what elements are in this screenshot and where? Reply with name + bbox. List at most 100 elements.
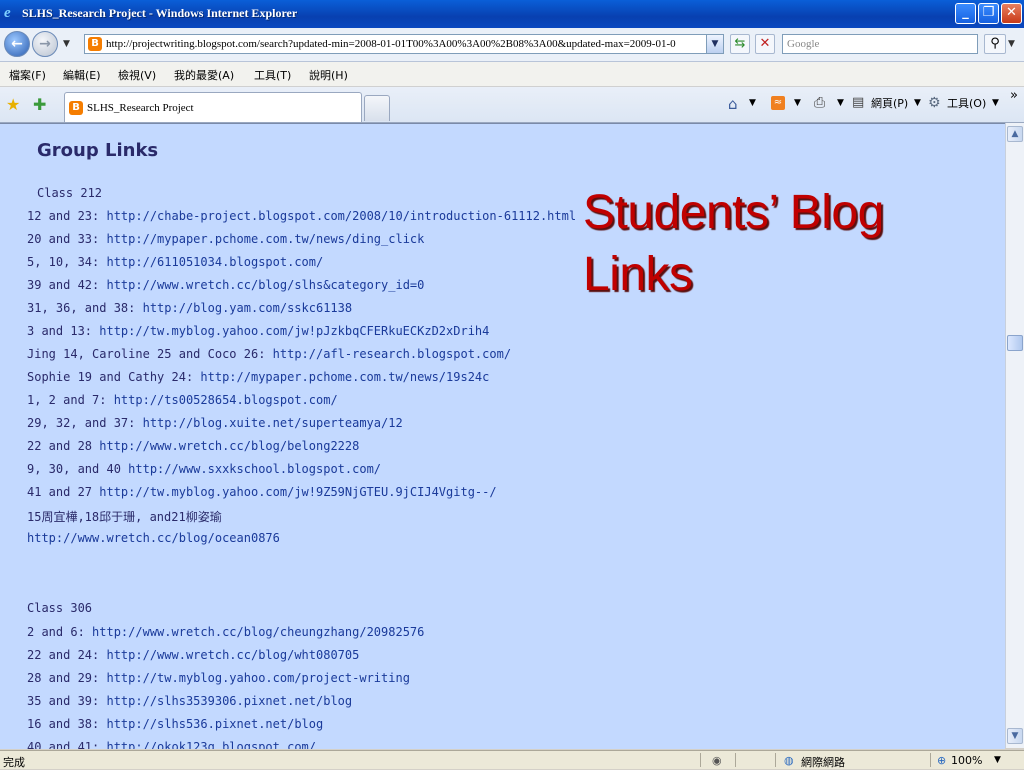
minimize-button[interactable]: _ bbox=[955, 3, 976, 24]
group-members: 22 and 28 bbox=[27, 439, 100, 453]
blog-link[interactable]: http://www.wretch.cc/blog/slhs&category_… bbox=[106, 278, 424, 292]
blog-link[interactable]: http://ts00528654.blogspot.com/ bbox=[114, 393, 338, 407]
print-icon[interactable]: ⎙ bbox=[814, 95, 825, 111]
close-window-button[interactable]: ✕ bbox=[1001, 3, 1022, 24]
blog-link[interactable]: http://mypaper.pchome.com.tw/news/19s24c bbox=[200, 370, 489, 384]
search-options-icon[interactable]: ▼ bbox=[1008, 39, 1015, 49]
print-dropdown-icon[interactable]: ▼ bbox=[837, 98, 844, 108]
menu-view[interactable]: 檢視(V) bbox=[118, 67, 156, 83]
page-icon[interactable]: ▤ bbox=[852, 95, 864, 110]
zoom-icon[interactable]: ⊕ bbox=[937, 754, 946, 767]
group-members: 15周宜樺,18邱于珊, and21柳姿瑜 bbox=[27, 510, 222, 524]
blog-link[interactable]: http://www.sxxkschool.blogspot.com/ bbox=[128, 462, 381, 476]
blog-link[interactable]: http://611051034.blogspot.com/ bbox=[106, 255, 323, 269]
search-input[interactable]: Google bbox=[782, 34, 978, 54]
blog-link[interactable]: http://mypaper.pchome.com.tw/news/ding_c… bbox=[106, 232, 424, 246]
blog-link[interactable]: http://afl-research.blogspot.com/ bbox=[273, 347, 511, 361]
feeds-dropdown-icon[interactable]: ▼ bbox=[794, 98, 801, 108]
refresh-icon[interactable]: ⇆ bbox=[730, 34, 750, 54]
home-icon[interactable]: ⌂ bbox=[728, 95, 738, 113]
link-row: 29, 32, and 37: http://blog.xuite.net/su… bbox=[27, 416, 403, 430]
link-row: 2 and 6: http://www.wretch.cc/blog/cheun… bbox=[27, 625, 424, 639]
scroll-down-button[interactable]: ▼ bbox=[1007, 728, 1023, 744]
scroll-up-button[interactable]: ▲ bbox=[1007, 126, 1023, 142]
link-row: 3 and 13: http://tw.myblog.yahoo.com/jw!… bbox=[27, 324, 489, 338]
forward-button[interactable]: → bbox=[32, 31, 58, 57]
group-members: 35 and 39: bbox=[27, 694, 107, 708]
group-members: 31, 36, and 38: bbox=[27, 301, 143, 315]
history-dropdown-icon[interactable]: ▼ bbox=[63, 39, 70, 49]
link-row: 22 and 28 http://www.wretch.cc/blog/belo… bbox=[27, 439, 359, 453]
group-members: 28 and 29: bbox=[27, 671, 107, 685]
link-row: 12 and 23: http://chabe-project.blogspot… bbox=[27, 209, 576, 223]
window-title: SLHS_Research Project - Windows Internet… bbox=[22, 6, 298, 20]
group-members: 20 and 33: bbox=[27, 232, 107, 246]
link-row: 5, 10, 34: http://611051034.blogspot.com… bbox=[27, 255, 323, 269]
restore-button[interactable]: ❐ bbox=[978, 3, 999, 24]
gear-icon[interactable]: ⚙ bbox=[928, 95, 941, 111]
back-button[interactable]: ← bbox=[4, 31, 30, 57]
new-tab-button[interactable] bbox=[364, 95, 390, 121]
link-row: 16 and 38: http://slhs536.pixnet.net/blo… bbox=[27, 717, 323, 731]
favorites-star-icon[interactable]: ★ bbox=[6, 95, 20, 114]
blog-link[interactable]: http://chabe-project.blogspot.com/2008/1… bbox=[106, 209, 576, 223]
zoom-dropdown-icon[interactable]: ▼ bbox=[994, 755, 1001, 765]
privacy-icon[interactable]: ◉ bbox=[712, 754, 722, 767]
link-row: http://www.wretch.cc/blog/ocean0876 bbox=[27, 531, 280, 545]
link-row: 28 and 29: http://tw.myblog.yahoo.com/pr… bbox=[27, 671, 410, 685]
class-306-title: Class 306 bbox=[27, 601, 93, 615]
url-field[interactable]: B http://projectwriting.blogspot.com/sea… bbox=[84, 34, 724, 54]
tools-menu-button[interactable]: 工具(O) bbox=[947, 95, 986, 111]
blog-link[interactable]: http://www.wretch.cc/blog/cheungzhang/20… bbox=[92, 625, 424, 639]
group-members: 1, 2 and 7: bbox=[27, 393, 114, 407]
menu-file[interactable]: 檔案(F) bbox=[9, 67, 46, 83]
menu-help[interactable]: 說明(H) bbox=[309, 67, 348, 83]
search-icon[interactable]: ⚲ bbox=[984, 34, 1006, 54]
blog-link[interactable]: http://slhs3539306.pixnet.net/blog bbox=[106, 694, 352, 708]
tools-dropdown-icon[interactable]: ▼ bbox=[992, 98, 999, 108]
group-members: 41 and 27 bbox=[27, 485, 100, 499]
group-members: Jing 14, Caroline 25 and Coco 26: bbox=[27, 347, 273, 361]
scroll-thumb[interactable] bbox=[1007, 335, 1023, 351]
page-menu-button[interactable]: 網頁(P) bbox=[871, 95, 908, 111]
chevron-more-icon[interactable]: » bbox=[1010, 88, 1018, 103]
blog-link[interactable]: http://blog.yam.com/sskc61138 bbox=[143, 301, 353, 315]
link-row: 15周宜樺,18邱于珊, and21柳姿瑜 bbox=[27, 508, 222, 525]
page-dropdown-icon[interactable]: ▼ bbox=[914, 98, 921, 108]
home-dropdown-icon[interactable]: ▼ bbox=[749, 98, 756, 108]
group-members: 40 and 41: bbox=[27, 740, 107, 749]
menu-tools[interactable]: 工具(T) bbox=[254, 67, 291, 83]
menu-edit[interactable]: 編輯(E) bbox=[63, 67, 101, 83]
add-favorite-icon[interactable]: ✚ bbox=[33, 95, 46, 114]
link-row: 22 and 24: http://www.wretch.cc/blog/wht… bbox=[27, 648, 359, 662]
tab-label: SLHS_Research Project bbox=[87, 102, 194, 114]
group-members: 16 and 38: bbox=[27, 717, 107, 731]
zoom-level[interactable]: 100% bbox=[951, 754, 982, 767]
blog-link[interactable]: http://okok123g.blogspot.com/ bbox=[106, 740, 316, 749]
url-dropdown-icon[interactable]: ▼ bbox=[706, 35, 723, 53]
link-row: 41 and 27 http://tw.myblog.yahoo.com/jw!… bbox=[27, 485, 497, 499]
ie-logo-icon: e bbox=[4, 5, 11, 21]
blog-link[interactable]: http://slhs536.pixnet.net/blog bbox=[106, 717, 323, 731]
blog-link[interactable]: http://blog.xuite.net/superteamya/12 bbox=[143, 416, 403, 430]
group-members: Sophie 19 and Cathy 24: bbox=[27, 370, 201, 384]
group-members: 5, 10, 34: bbox=[27, 255, 107, 269]
address-toolbar: ← → ▼ B http://projectwriting.blogspot.c… bbox=[0, 28, 1024, 62]
feeds-icon[interactable]: ≈ bbox=[771, 96, 785, 110]
blog-link[interactable]: http://tw.myblog.yahoo.com/jw!9Z59NjGTEU… bbox=[99, 485, 496, 499]
link-row: 39 and 42: http://www.wretch.cc/blog/slh… bbox=[27, 278, 424, 292]
tab-slhs-research-project[interactable]: B SLHS_Research Project bbox=[64, 92, 362, 122]
blog-link[interactable]: http://www.wretch.cc/blog/wht080705 bbox=[106, 648, 359, 662]
blog-link[interactable]: http://tw.myblog.yahoo.com/project-writi… bbox=[106, 671, 409, 685]
blog-link[interactable]: http://www.wretch.cc/blog/belong2228 bbox=[99, 439, 359, 453]
url-text[interactable]: http://projectwriting.blogspot.com/searc… bbox=[106, 38, 706, 50]
blog-link[interactable]: http://tw.myblog.yahoo.com/jw!pJzkbqCFER… bbox=[99, 324, 489, 338]
stop-icon[interactable]: ✕ bbox=[755, 34, 775, 54]
group-members: 3 and 13: bbox=[27, 324, 100, 338]
group-members: 12 and 23: bbox=[27, 209, 107, 223]
link-row: 20 and 33: http://mypaper.pchome.com.tw/… bbox=[27, 232, 424, 246]
vertical-scrollbar[interactable]: ▲ ▼ bbox=[1005, 123, 1024, 748]
menu-favorites[interactable]: 我的最愛(A) bbox=[174, 67, 234, 83]
page-title: Group Links bbox=[37, 140, 159, 161]
blog-link[interactable]: http://www.wretch.cc/blog/ocean0876 bbox=[27, 531, 280, 545]
